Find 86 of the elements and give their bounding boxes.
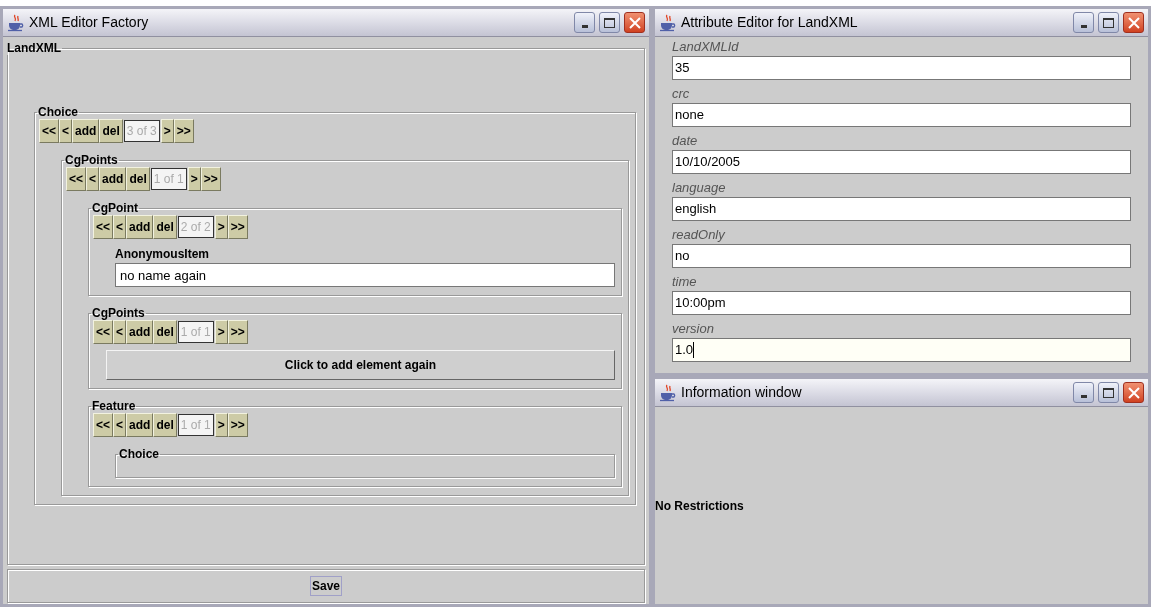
attribute-field[interactable]: english [672, 197, 1131, 221]
minimize-button[interactable] [1073, 12, 1094, 33]
text-field[interactable]: no name again [115, 263, 615, 287]
nav-button[interactable]: < [113, 320, 127, 344]
maximize-button[interactable] [1098, 12, 1119, 33]
attribute-label: date [672, 132, 699, 150]
nav-button[interactable]: add [126, 413, 154, 437]
attribute-label: version [672, 320, 715, 338]
nav-button[interactable]: >> [227, 320, 248, 344]
field-label: AnonymousItem [115, 247, 210, 261]
close-icon [1127, 16, 1140, 29]
root-title: LandXML [6, 41, 62, 55]
nav-button[interactable]: add [72, 119, 100, 143]
nav-button[interactable]: >> [227, 215, 248, 239]
nav-button[interactable]: > [187, 167, 201, 191]
close-icon [628, 16, 641, 29]
attribute-field[interactable]: 10:00pm [672, 291, 1131, 315]
minimize-button[interactable] [1073, 382, 1094, 403]
close-button[interactable] [1123, 382, 1144, 403]
window-title: Attribute Editor for LandXML [681, 13, 859, 32]
nav-button[interactable]: < [113, 215, 127, 239]
nav-button[interactable]: del [153, 413, 177, 437]
coffee-cup-icon [7, 13, 25, 32]
nav-button[interactable]: >> [200, 167, 221, 191]
close-button[interactable] [1123, 12, 1144, 33]
minimize-button[interactable] [574, 12, 595, 33]
nav-button[interactable]: del [153, 320, 177, 344]
nav-button[interactable]: add [126, 215, 154, 239]
nav-button[interactable]: add [99, 167, 127, 191]
attribute-field[interactable]: 35 [672, 56, 1131, 80]
window-title: XML Editor Factory [29, 13, 150, 32]
minimize-icon [1080, 395, 1087, 398]
nav-button[interactable]: << [93, 320, 113, 344]
text-caret [693, 342, 695, 358]
nav-button[interactable]: >> [173, 119, 194, 143]
counter-field: 1 of 1 [177, 414, 214, 436]
coffee-cup-icon [659, 13, 677, 32]
group-title: CgPoints [64, 153, 119, 167]
add-element-button[interactable]: Click to add element again [106, 350, 615, 380]
attribute-field[interactable]: 1.0 [672, 338, 1131, 362]
minimize-icon [581, 25, 588, 28]
group-title: Choice [118, 447, 160, 461]
group-title: Choice [37, 105, 79, 119]
nav-button[interactable]: del [153, 215, 177, 239]
nav-button[interactable]: << [39, 119, 59, 143]
restrictions-message: No Restrictions [655, 497, 744, 515]
close-icon [1127, 386, 1140, 399]
nav-button[interactable]: < [86, 167, 100, 191]
nav-button[interactable]: < [59, 119, 73, 143]
counter-field: 2 of 2 [177, 216, 214, 238]
window-title: Information window [681, 383, 803, 402]
nav-button[interactable]: > [214, 413, 228, 437]
counter-field: 1 of 1 [177, 321, 214, 343]
attribute-field[interactable]: none [672, 103, 1131, 127]
maximize-button[interactable] [1098, 382, 1119, 403]
save-button[interactable]: Save [310, 576, 342, 596]
maximize-icon [1103, 387, 1114, 398]
nav-button[interactable]: del [126, 167, 150, 191]
minimize-icon [1080, 25, 1087, 28]
nav-button[interactable]: add [126, 320, 154, 344]
attribute-label: time [672, 273, 698, 291]
attribute-label: readOnly [672, 226, 726, 244]
group-title: Feature [91, 399, 137, 413]
counter-field: 3 of 3 [123, 120, 160, 142]
nav-button[interactable]: < [113, 413, 127, 437]
attribute-label: LandXMLId [672, 38, 740, 56]
maximize-icon [604, 17, 615, 28]
group-title: CgPoints [91, 306, 146, 320]
nav-button[interactable]: << [93, 215, 113, 239]
attribute-label: crc [672, 85, 691, 103]
close-button[interactable] [624, 12, 645, 33]
nav-button[interactable]: del [99, 119, 123, 143]
coffee-cup-icon [659, 383, 677, 402]
attribute-label: language [672, 179, 727, 197]
nav-button[interactable]: >> [227, 413, 248, 437]
attribute-field[interactable]: 10/10/2005 [672, 150, 1131, 174]
nav-button[interactable]: > [214, 320, 228, 344]
nav-button[interactable]: > [214, 215, 228, 239]
maximize-button[interactable] [599, 12, 620, 33]
nav-button[interactable]: > [160, 119, 174, 143]
maximize-icon [1103, 17, 1114, 28]
group-title: CgPoint [91, 201, 139, 215]
nav-button[interactable]: << [93, 413, 113, 437]
attribute-field[interactable]: no [672, 244, 1131, 268]
counter-field: 1 of 1 [150, 168, 187, 190]
nav-button[interactable]: << [66, 167, 86, 191]
